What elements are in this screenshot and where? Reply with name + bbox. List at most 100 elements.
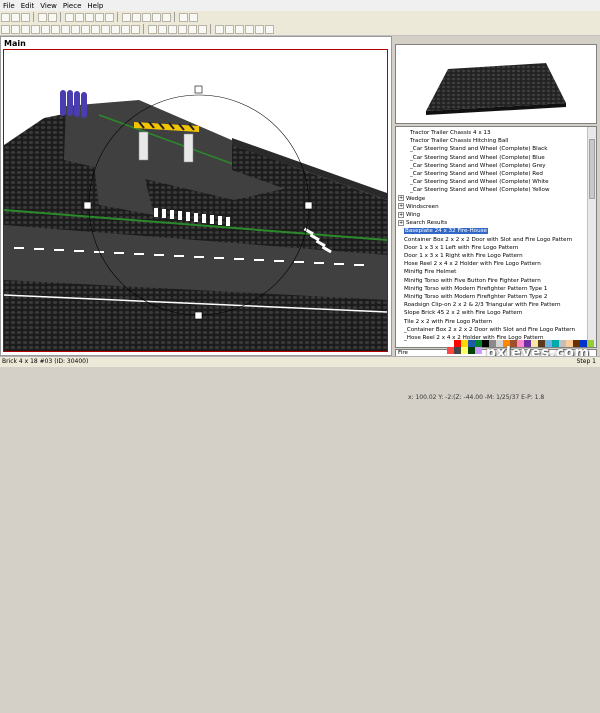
new-icon[interactable] [1, 12, 10, 22]
rotate-tool-icon[interactable] [51, 24, 60, 34]
menu-file[interactable]: File [3, 2, 15, 10]
tree-item-label: Hose Reel 2 x 4 x 2 Holder with Fire Log… [404, 261, 541, 268]
menu-piece[interactable]: Piece [63, 2, 81, 10]
tree-item-label: Tile 2 x 2 with Fire Logo Pattern [404, 318, 493, 325]
color-swatch[interactable] [454, 340, 461, 347]
toolbar-separator [33, 12, 34, 22]
tree-scrollbar[interactable] [587, 127, 596, 347]
ungroup-icon[interactable] [178, 24, 187, 34]
hide-icon[interactable] [148, 24, 157, 34]
expand-icon[interactable]: + [398, 219, 404, 226]
tree-item[interactable]: _Car Steering Stand and Wheel (Complete)… [410, 186, 550, 195]
color-swatch[interactable] [468, 347, 475, 354]
tree-item-label: _Car Steering Stand and Wheel (Complete)… [410, 187, 550, 194]
eraser-icon[interactable] [61, 24, 70, 34]
tree-item-label: Door 1 x 3 x 1 Right with Fire Logo Patt… [404, 253, 523, 259]
mirror-icon[interactable] [198, 24, 207, 34]
move-icon[interactable] [41, 24, 50, 34]
tree-item-label: _Container Box 2 x 2 x 2 Door with Slot … [404, 326, 576, 333]
next-step-icon[interactable] [235, 24, 244, 34]
tree-item-label: Baseplate 24 x 32 Fire-House [404, 228, 488, 235]
paste-icon[interactable] [85, 12, 94, 22]
menu-help[interactable]: Help [87, 2, 103, 10]
tree-item-label: Windscreen [406, 203, 439, 210]
prev-step-icon[interactable] [225, 24, 234, 34]
delete-icon[interactable] [95, 12, 104, 22]
open-icon[interactable] [11, 12, 20, 22]
roll-icon[interactable] [111, 24, 120, 34]
baseplate-preview-image [426, 63, 566, 115]
last-step-icon[interactable] [245, 24, 254, 34]
tree-item-label: _Car Steering Stand and Wheel (Complete)… [410, 154, 545, 161]
scrollbar-thumb[interactable] [589, 139, 595, 199]
menu-view[interactable]: View [40, 2, 57, 10]
remove-step-icon[interactable] [265, 24, 274, 34]
undo-icon[interactable] [38, 12, 47, 22]
rotate-icon[interactable] [162, 12, 171, 22]
paint-icon[interactable] [71, 24, 80, 34]
cube-icon[interactable] [152, 12, 161, 22]
save-icon[interactable] [21, 12, 30, 22]
insert-icon[interactable] [11, 24, 20, 34]
tree-item-label: Container Box 2 x 2 x 2 Door with Slot a… [404, 236, 573, 243]
snap-icon[interactable] [122, 12, 131, 22]
expand-icon[interactable]: + [398, 203, 404, 210]
tree-item-label: Slope Brick 45 2 x 2 with Fire Logo Patt… [404, 310, 523, 317]
first-step-icon[interactable] [215, 24, 224, 34]
copy-icon[interactable] [75, 12, 84, 22]
color-swatch[interactable] [447, 340, 454, 347]
camera-icon[interactable] [31, 24, 40, 34]
main-view-panel: Main [0, 36, 392, 356]
unhide-icon[interactable] [158, 24, 167, 34]
tree-item-label: Search Results [406, 220, 448, 227]
3d-viewport[interactable] [3, 49, 388, 352]
piece-tree[interactable]: Tractor Trailer Chassis 4 x 13 Tractor Tr… [395, 126, 597, 348]
help-icon[interactable] [189, 12, 198, 22]
color-swatch[interactable] [468, 340, 475, 347]
expand-icon[interactable]: + [398, 195, 404, 202]
tree-item-label: Minifig Fire Helmet [404, 269, 457, 276]
light-icon[interactable] [21, 24, 30, 34]
tree-item-label: Roadsign Clip-on 2 x 2 & 2/3 Triangular … [404, 302, 561, 309]
menu-bar: File Edit View Piece Help [0, 0, 600, 11]
angle-icon[interactable] [132, 12, 141, 22]
tree-item-label: Door 1 x 3 x 1 Left with Fire Logo Patte… [404, 244, 519, 251]
tree-item-label: Tractor Trailer Chassis Hitching Ball [410, 138, 509, 145]
color-swatch[interactable] [461, 340, 468, 347]
axis-icon[interactable] [142, 12, 151, 22]
color-swatch[interactable] [475, 340, 482, 347]
zoom-icon[interactable] [81, 24, 90, 34]
insert-step-icon[interactable] [255, 24, 264, 34]
tree-item-label: _Car Steering Stand and Wheel (Complete)… [410, 162, 546, 169]
zoom-extents-icon[interactable] [131, 24, 140, 34]
color-swatch[interactable] [454, 347, 461, 354]
cut-icon[interactable] [65, 12, 74, 22]
color-swatch[interactable] [447, 347, 454, 354]
tree-item-label: _Car Steering Stand and Wheel (Complete)… [410, 146, 548, 153]
menu-edit[interactable]: Edit [21, 2, 35, 10]
select-icon[interactable] [1, 24, 10, 34]
tree-item-label: Minifig Torso with Modern Firefighter Pa… [404, 285, 548, 292]
color-swatch[interactable] [475, 347, 482, 354]
grid-icon[interactable] [105, 12, 114, 22]
tree-item-label: Wedge [406, 195, 426, 202]
right-panel: Tractor Trailer Chassis 4 x 13 Tractor Tr… [395, 36, 600, 358]
zoom-region-icon[interactable] [121, 24, 130, 34]
expand-icon[interactable]: + [398, 211, 404, 218]
toolbar-separator [60, 12, 61, 22]
color-swatch[interactable] [461, 347, 468, 354]
tree-item-label: Tractor Trailer Chassis 4 x 13 [410, 130, 491, 136]
array-icon[interactable] [188, 24, 197, 34]
piece-preview [395, 44, 597, 124]
toolbar-separator [117, 12, 118, 22]
toolbar-separator [210, 24, 211, 34]
status-bar: Brick 4 x 18 #03 (ID: 30400) x: 100.02 Y… [0, 356, 600, 713]
check-icon[interactable] [179, 12, 188, 22]
orbit-icon[interactable] [101, 24, 110, 34]
tools-toolbar [0, 23, 600, 36]
tree-item-label: Minifig Torso with Modern Firefighter Pa… [404, 294, 548, 300]
group-icon[interactable] [168, 24, 177, 34]
tree-item-label: Minifig Torso with Five Button Fire Figh… [404, 277, 541, 284]
redo-icon[interactable] [48, 12, 57, 22]
pan-icon[interactable] [91, 24, 100, 34]
